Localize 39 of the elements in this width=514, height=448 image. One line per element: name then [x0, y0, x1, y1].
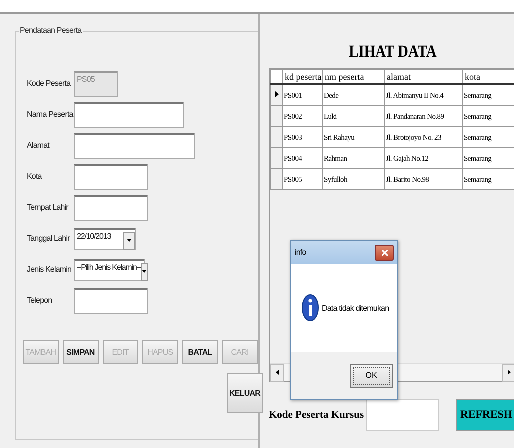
field-label: Alamat: [27, 141, 51, 150]
dialog-title: info: [295, 248, 306, 257]
field-label: Jenis Kelamin: [27, 265, 73, 274]
input-field[interactable]: [74, 132, 195, 158]
row-selector[interactable]: [270, 84, 282, 106]
scroll-right-icon[interactable]: [508, 370, 510, 375]
ok-button[interactable]: OK: [350, 364, 393, 388]
column-header[interactable]: nm peserta: [322, 70, 384, 84]
caret-icon: [126, 239, 132, 242]
action-button[interactable]: BATAL: [182, 340, 218, 364]
field-label: Tempat Lahir: [27, 203, 70, 212]
input-field[interactable]: [366, 399, 439, 431]
input-field[interactable]: [74, 102, 184, 128]
scroll-left-icon[interactable]: [276, 370, 278, 375]
column-header[interactable]: kd peserta: [282, 70, 322, 84]
section-title: LIHAT DATA: [348, 42, 438, 62]
field-label: Nama Peserta: [27, 110, 74, 119]
action-button[interactable]: SIMPAN: [62, 340, 99, 364]
info-icon: [302, 294, 319, 322]
search-label: Kode Peserta Kursus: [269, 410, 364, 420]
input-field[interactable]: [74, 194, 148, 220]
field-label: Kota: [27, 172, 44, 181]
column-header[interactable]: kota: [462, 70, 514, 84]
field-label: Tanggal Lahir: [27, 234, 72, 243]
dialog-message: Data tidak ditemukan: [322, 304, 390, 312]
close-button[interactable]: [375, 244, 394, 260]
date-picker[interactable]: 22/10/2013: [74, 228, 136, 250]
group-label: Pendataan Peserta: [19, 26, 83, 35]
dropdown[interactable]: --Pilih Jenis Kelamin--: [74, 258, 145, 280]
current-row-icon: [274, 90, 278, 98]
input-field[interactable]: [74, 288, 148, 314]
refresh-button[interactable]: REFRESH: [456, 399, 514, 431]
close-icon: [382, 250, 388, 256]
exit-button[interactable]: KELUAR: [227, 373, 263, 413]
input-field[interactable]: [74, 164, 148, 190]
field-label: Telepon: [27, 296, 54, 305]
column-header[interactable]: alamat: [384, 70, 462, 84]
field-label: Kode Peserta: [27, 79, 72, 88]
caret-icon: [142, 270, 147, 273]
